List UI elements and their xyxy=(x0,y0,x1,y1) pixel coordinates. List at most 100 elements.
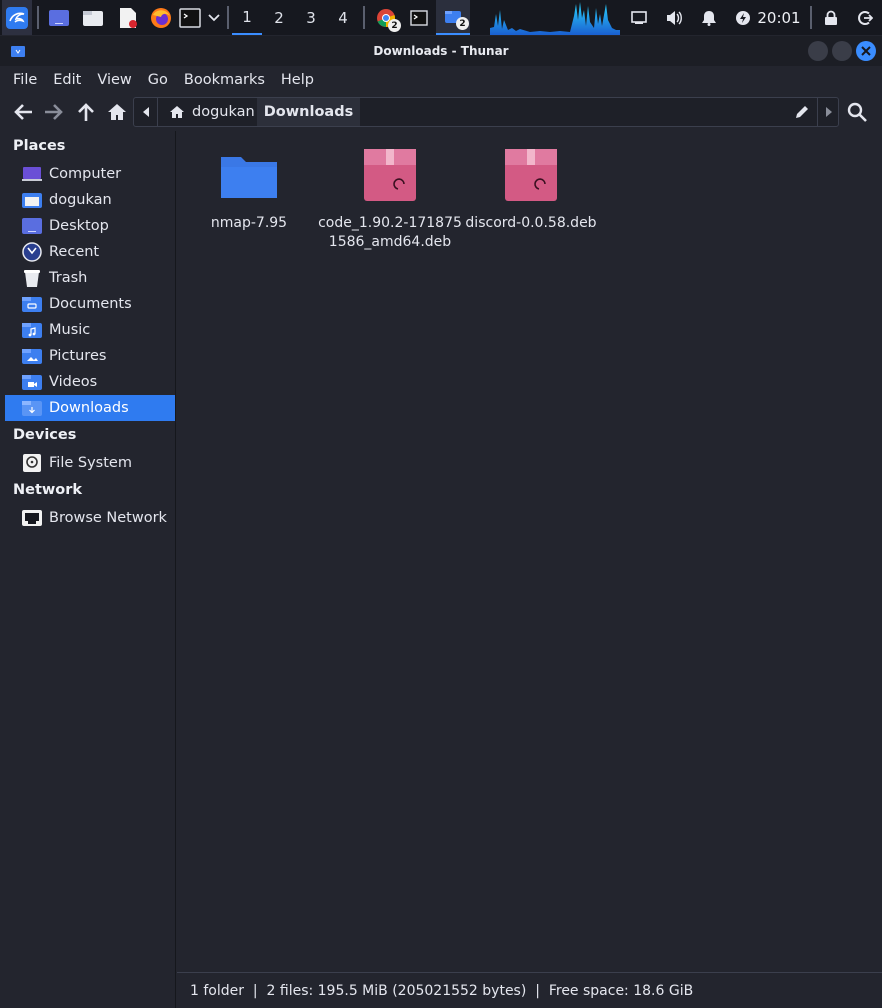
pencil-icon xyxy=(796,106,808,118)
logout-icon xyxy=(858,10,873,25)
videos-folder-icon xyxy=(21,371,43,393)
sidebar-item-trash[interactable]: Trash xyxy=(5,265,175,291)
workspace-2[interactable]: 2 xyxy=(264,0,294,35)
clock[interactable]: 20:01 xyxy=(757,0,801,35)
ethernet-icon xyxy=(631,10,647,24)
volume-control[interactable] xyxy=(662,0,686,35)
path-current-label: Downloads xyxy=(263,104,354,120)
places-heading: Places xyxy=(13,138,66,154)
file-item-nmap[interactable]: nmap-7.95 xyxy=(177,143,321,233)
kali-menu-button[interactable] xyxy=(2,0,32,35)
terminal-launcher[interactable] xyxy=(178,0,202,35)
terminal-dropdown[interactable] xyxy=(204,0,224,35)
taskbar-thunar[interactable]: 2 xyxy=(436,0,470,35)
sidebar: Places Computer dogukan Desktop Recent T… xyxy=(0,131,176,1008)
path-home-label: dogukan xyxy=(192,104,255,120)
sidebar-item-desktop[interactable]: Desktop xyxy=(5,213,175,239)
minimize-button[interactable] xyxy=(808,41,828,61)
window-titlebar[interactable]: Downloads - Thunar xyxy=(0,36,882,66)
folder-icon xyxy=(83,10,103,26)
menu-bar: File Edit View Go Bookmarks Help xyxy=(0,66,882,94)
lock-screen-button[interactable] xyxy=(820,0,842,35)
sidebar-item-documents[interactable]: Documents xyxy=(5,291,175,317)
status-text: 1 folder | 2 files: 195.5 MiB (205021552… xyxy=(190,983,694,999)
path-segment-current[interactable]: Downloads xyxy=(257,98,360,126)
file-view[interactable]: nmap-7.95 code_1.90.2-171875 1586_amd64.d… xyxy=(177,131,882,972)
path-scroll-right[interactable] xyxy=(817,98,839,126)
menu-edit[interactable]: Edit xyxy=(53,72,81,88)
edit-location-button[interactable] xyxy=(789,98,815,126)
back-button[interactable] xyxy=(9,98,37,126)
sidebar-item-computer[interactable]: Computer xyxy=(5,161,175,187)
desktop-icon xyxy=(49,9,69,26)
text-editor-launcher[interactable] xyxy=(115,0,141,35)
clock-text: 20:01 xyxy=(757,8,801,27)
file-manager-launcher[interactable] xyxy=(80,0,106,35)
music-folder-icon xyxy=(21,319,43,341)
deb-package-icon xyxy=(499,143,563,207)
kali-dragon-icon xyxy=(6,6,28,29)
search-button[interactable] xyxy=(843,98,871,126)
file-item-code-deb[interactable]: code_1.90.2-171875 1586_amd64.deb xyxy=(318,143,462,252)
sidebar-item-downloads[interactable]: Downloads xyxy=(5,395,175,421)
workspace-1[interactable]: 1 xyxy=(232,0,262,35)
status-bar: 1 folder | 2 files: 195.5 MiB (205021552… xyxy=(177,972,882,1008)
menu-help[interactable]: Help xyxy=(281,72,314,88)
desktop-icon xyxy=(21,215,43,237)
search-icon xyxy=(847,102,867,122)
arrow-up-icon xyxy=(78,103,94,121)
cpu-graph-icon xyxy=(490,2,620,35)
sidebar-item-label: File System xyxy=(49,455,132,471)
network-icon xyxy=(21,507,43,529)
parent-folder-button[interactable] xyxy=(72,98,100,126)
maximize-button[interactable] xyxy=(832,41,852,61)
triangle-left-icon xyxy=(142,107,149,117)
taskbar-chrome[interactable]: 2 xyxy=(370,0,402,35)
file-item-discord-deb[interactable]: discord-0.0.58.deb xyxy=(459,143,603,233)
drive-icon xyxy=(21,452,43,474)
power-manager[interactable] xyxy=(731,0,755,35)
logout-button[interactable] xyxy=(854,0,876,35)
sidebar-item-label: Documents xyxy=(49,296,132,312)
power-plug-icon xyxy=(736,10,750,25)
path-bar: dogukan Downloads xyxy=(133,97,839,127)
path-segment-home[interactable]: dogukan xyxy=(159,98,257,126)
network-status[interactable] xyxy=(627,0,651,35)
close-icon xyxy=(861,46,871,56)
taskbar-terminal[interactable] xyxy=(404,0,434,35)
sidebar-item-recent[interactable]: Recent xyxy=(5,239,175,265)
folder-icon xyxy=(217,143,281,207)
recent-icon xyxy=(21,241,43,263)
cpu-graph xyxy=(490,0,620,35)
devices-heading: Devices xyxy=(13,427,77,443)
notifications[interactable] xyxy=(697,0,721,35)
sidebar-item-pictures[interactable]: Pictures xyxy=(5,343,175,369)
lock-icon xyxy=(825,10,837,25)
firefox-icon xyxy=(151,7,171,28)
menu-go[interactable]: Go xyxy=(148,72,168,88)
path-scroll-left[interactable] xyxy=(134,98,158,126)
show-desktop-button[interactable] xyxy=(46,0,72,35)
forward-button[interactable] xyxy=(40,98,68,126)
home-button[interactable] xyxy=(103,98,131,126)
sidebar-item-label: Trash xyxy=(49,270,88,286)
text-editor-icon xyxy=(120,7,137,28)
sidebar-item-file-system[interactable]: File System xyxy=(5,450,175,476)
workspace-3[interactable]: 3 xyxy=(296,0,326,35)
close-button[interactable] xyxy=(856,41,876,61)
toolbar: dogukan Downloads xyxy=(0,94,882,130)
firefox-launcher[interactable] xyxy=(148,0,174,35)
menu-view[interactable]: View xyxy=(97,72,131,88)
sidebar-item-music[interactable]: Music xyxy=(5,317,175,343)
menu-file[interactable]: File xyxy=(13,72,37,88)
window-title: Downloads - Thunar xyxy=(373,44,509,58)
terminal-icon xyxy=(410,9,428,26)
trash-icon xyxy=(21,267,43,289)
menu-bookmarks[interactable]: Bookmarks xyxy=(184,72,265,88)
sidebar-item-label: Videos xyxy=(49,374,98,390)
sidebar-item-dogukan[interactable]: dogukan xyxy=(5,187,175,213)
sidebar-item-videos[interactable]: Videos xyxy=(5,369,175,395)
workspace-4[interactable]: 4 xyxy=(328,0,358,35)
home-icon xyxy=(170,106,184,118)
sidebar-item-browse-network[interactable]: Browse Network xyxy=(5,505,175,531)
